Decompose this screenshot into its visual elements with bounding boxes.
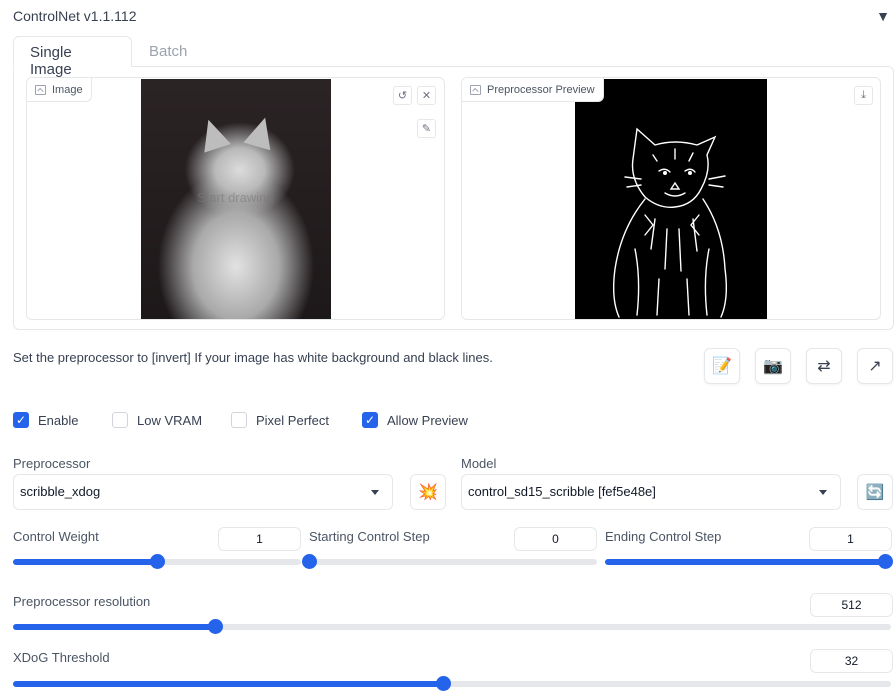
starting-step-input[interactable]: 0 xyxy=(514,527,597,551)
control-weight-slider[interactable] xyxy=(13,554,301,569)
checkbox-low-vram[interactable]: Low VRAM xyxy=(112,412,202,428)
image-label: Image xyxy=(27,78,92,102)
tab-batch[interactable]: Batch xyxy=(133,36,203,67)
run-preprocessor-button[interactable]: 💥 xyxy=(410,474,446,510)
preprocessor-label: Preprocessor xyxy=(13,456,91,471)
xdog-threshold-label: XDoG Threshold xyxy=(13,650,110,665)
undo-icon[interactable]: ↺ xyxy=(393,86,412,105)
slider-thumb[interactable] xyxy=(302,554,317,569)
preview-label: Preprocessor Preview xyxy=(462,78,604,102)
scribble-preview-image xyxy=(575,79,767,319)
image-icon xyxy=(470,84,481,95)
image-icon xyxy=(35,84,46,95)
checkbox-label: Low VRAM xyxy=(137,412,203,428)
swap-icon[interactable]: ⇄ xyxy=(806,348,842,384)
checkbox-enable[interactable]: ✓ Enable xyxy=(13,412,78,428)
ending-step-label: Ending Control Step xyxy=(605,529,722,544)
collapse-arrow-icon[interactable]: ▼ xyxy=(876,8,890,24)
image-input-panel[interactable]: Image Start drawing ↺ ✕ ✎ xyxy=(26,77,445,320)
image-label-text: Image xyxy=(52,83,83,96)
explosion-icon: 💥 xyxy=(418,484,438,501)
scribble-lines xyxy=(612,127,728,318)
ending-step-input[interactable]: 1 xyxy=(809,527,892,551)
preprocessor-preview-panel: Preprocessor Preview ⤓ xyxy=(461,77,881,320)
resolution-slider[interactable] xyxy=(13,619,891,634)
slider-thumb[interactable] xyxy=(436,676,452,691)
model-value: control_sd15_scribble [fef5e48e] xyxy=(468,484,656,499)
download-icon[interactable]: ⤓ xyxy=(854,86,873,105)
xdog-threshold-slider[interactable] xyxy=(13,676,891,691)
control-weight-label: Control Weight xyxy=(13,529,99,544)
checkbox-label: Pixel Perfect xyxy=(256,412,329,428)
resolution-label: Preprocessor resolution xyxy=(13,594,151,609)
checkbox-label: Enable xyxy=(38,412,79,428)
checkbox-checked-icon[interactable]: ✓ xyxy=(13,412,29,428)
preprocessor-select[interactable]: scribble_xdog xyxy=(13,474,393,510)
slider-thumb[interactable] xyxy=(878,554,893,569)
refresh-models-button[interactable]: 🔄 xyxy=(857,474,893,510)
xdog-threshold-input[interactable]: 32 xyxy=(810,649,893,673)
ending-step-slider[interactable] xyxy=(605,554,893,569)
chevron-down-icon xyxy=(371,490,379,495)
panel-title: ControlNet v1.1.112 xyxy=(13,8,137,24)
cat-photo: Start drawing xyxy=(141,79,331,319)
checkbox-checked-icon[interactable]: ✓ xyxy=(362,412,378,428)
control-weight-input[interactable]: 1 xyxy=(218,527,301,551)
model-select[interactable]: control_sd15_scribble [fef5e48e] xyxy=(461,474,841,510)
preprocessor-hint: Set the preprocessor to [invert] If your… xyxy=(13,350,493,365)
preprocessor-value: scribble_xdog xyxy=(20,484,101,499)
camera-icon[interactable]: 📷 xyxy=(755,348,791,384)
checkbox-unchecked-icon[interactable] xyxy=(112,412,128,428)
brush-icon[interactable]: ✎ xyxy=(417,119,436,138)
resolution-input[interactable]: 512 xyxy=(810,593,893,617)
preview-label-text: Preprocessor Preview xyxy=(487,83,595,96)
canvas-watermark: Start drawing xyxy=(197,190,274,205)
checkbox-label: Allow Preview xyxy=(387,412,468,428)
starting-step-slider[interactable] xyxy=(302,554,597,569)
tab-single-image[interactable]: Single Image xyxy=(13,36,132,78)
notepad-icon[interactable]: 📝 xyxy=(704,348,740,384)
checkbox-unchecked-icon[interactable] xyxy=(231,412,247,428)
model-label: Model xyxy=(461,456,497,471)
slider-thumb[interactable] xyxy=(207,619,223,634)
checkbox-pixel-perfect[interactable]: Pixel Perfect xyxy=(231,412,329,428)
clear-icon[interactable]: ✕ xyxy=(417,86,436,105)
chevron-down-icon xyxy=(819,490,827,495)
send-arrow-icon[interactable]: ↗ xyxy=(857,348,893,384)
checkbox-allow-preview[interactable]: ✓ Allow Preview xyxy=(362,412,468,428)
slider-thumb[interactable] xyxy=(150,554,165,569)
starting-step-label: Starting Control Step xyxy=(309,529,430,544)
refresh-icon: 🔄 xyxy=(865,484,885,501)
tab-panel-single-image: Image Start drawing ↺ ✕ ✎ Preprocessor P… xyxy=(13,66,894,330)
tab-bar: Single Image Batch xyxy=(13,36,895,78)
